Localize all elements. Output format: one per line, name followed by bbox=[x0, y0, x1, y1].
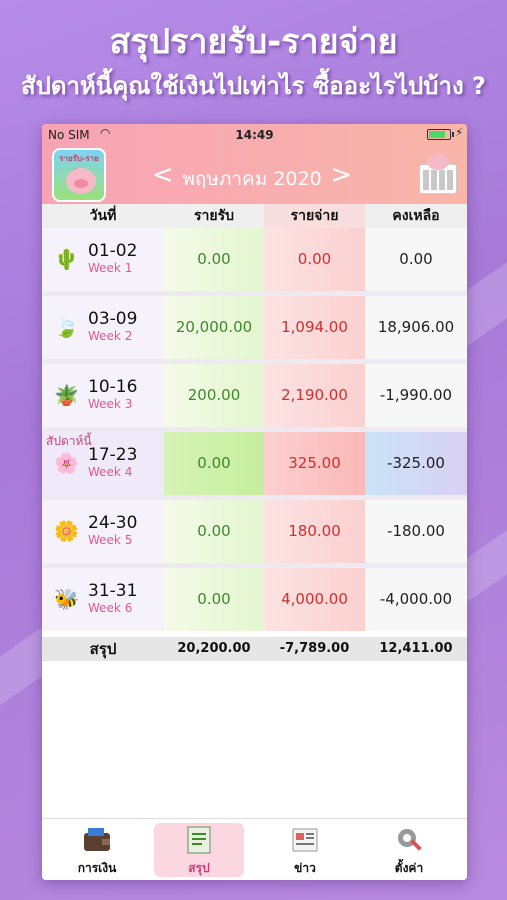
date-cell: สัปดาห์นี้ 🌸 17-23 Week 4 bbox=[42, 432, 164, 495]
gear-wrench-icon bbox=[398, 829, 422, 851]
date-range: 01-02 bbox=[88, 241, 138, 261]
cactus-icon: 🌵 bbox=[54, 247, 79, 271]
promo-subtitle: สัปดาห์นี้คุณใช้เงินไปเท่าไร ซื้ออะไรไปบ… bbox=[21, 72, 486, 100]
tab-news-label: ข่าว bbox=[294, 861, 316, 875]
income-cell: 0.00 bbox=[164, 568, 264, 631]
status-bar: No SIM ◠ 14:49 ⚡ bbox=[42, 124, 467, 146]
expense-cell: 1,094.00 bbox=[264, 296, 365, 359]
summary-income: 20,200.00 bbox=[177, 641, 251, 656]
column-balance: คงเหลือ bbox=[392, 208, 440, 224]
expense-cell: 0.00 bbox=[264, 228, 365, 291]
week-label: Week 4 bbox=[88, 465, 133, 479]
report-icon bbox=[187, 826, 211, 854]
week-label: Week 1 bbox=[88, 261, 133, 275]
balance-cell: -4,000.00 bbox=[365, 568, 467, 631]
income-cell: 20,000.00 bbox=[164, 296, 264, 359]
date-range: 24-30 bbox=[88, 513, 138, 533]
leaf-icon: 🍃 bbox=[54, 315, 79, 339]
date-cell: 🐝 31-31 Week 6 bbox=[42, 568, 164, 631]
balance-cell: -325.00 bbox=[365, 432, 467, 495]
wallet-icon bbox=[84, 828, 110, 851]
expense-cell: 2,190.00 bbox=[264, 364, 365, 427]
date-range: 31-31 bbox=[88, 581, 138, 601]
income-cell: 200.00 bbox=[164, 364, 264, 427]
tab-bar: การเงิน สรุป ข่าว ตั้งค่า bbox=[42, 818, 467, 880]
newspaper-icon bbox=[292, 828, 318, 852]
phone-screen: No SIM ◠ 14:49 ⚡ รายรับ-รายจ่าย < พฤษภาค… bbox=[42, 124, 467, 880]
tab-news[interactable]: ข่าว bbox=[260, 823, 350, 877]
tab-finance[interactable]: การเงิน bbox=[52, 823, 142, 877]
column-date: วันที่ bbox=[89, 208, 117, 224]
table-row[interactable]: 🐝 31-31 Week 6 0.00 4,000.00 -4,000.00 bbox=[42, 568, 467, 631]
expense-cell: 4,000.00 bbox=[264, 568, 365, 631]
balance-cell: 18,906.00 bbox=[365, 296, 467, 359]
table-row[interactable]: 🪴 10-16 Week 3 200.00 2,190.00 -1,990.00 bbox=[42, 364, 467, 427]
table-row[interactable]: 🍃 03-09 Week 2 20,000.00 1,094.00 18,906.00 bbox=[42, 296, 467, 359]
column-income: รายรับ bbox=[194, 208, 234, 224]
table-row[interactable]: สัปดาห์นี้ 🌸 17-23 Week 4 0.00 325.00 -325.00 bbox=[42, 432, 467, 495]
date-range: 03-09 bbox=[88, 309, 138, 329]
week-label: Week 3 bbox=[88, 397, 133, 411]
week-label: Week 6 bbox=[88, 601, 133, 615]
charging-icon: ⚡ bbox=[455, 126, 463, 139]
app-logo: รายรับ-รายจ่าย bbox=[52, 148, 106, 202]
date-range: 17-23 bbox=[88, 445, 138, 465]
table-header: วันที่ รายรับ รายจ่าย คงเหลือ bbox=[42, 204, 467, 228]
income-cell: 0.00 bbox=[164, 432, 264, 495]
date-cell: 🌵 01-02 Week 1 bbox=[42, 228, 164, 291]
date-cell: 🍃 03-09 Week 2 bbox=[42, 296, 164, 359]
battery-tip bbox=[452, 132, 454, 137]
tab-summary-label: สรุป bbox=[188, 861, 210, 875]
balance-cell: -1,990.00 bbox=[365, 364, 467, 427]
potted-plant-icon: 🪴 bbox=[54, 383, 79, 407]
column-expense: รายจ่าย bbox=[264, 204, 365, 228]
week-label: Week 5 bbox=[88, 533, 133, 547]
month-navigator: < พฤษภาคม 2020 > bbox=[152, 160, 352, 190]
income-cell: 0.00 bbox=[164, 500, 264, 563]
expense-cell: 180.00 bbox=[264, 500, 365, 563]
flower-icon: 🌼 bbox=[54, 519, 79, 543]
pig-snout bbox=[74, 179, 88, 188]
tab-finance-label: การเงิน bbox=[77, 861, 117, 875]
summary-row: สรุป 20,200.00 -7,789.00 12,411.00 bbox=[42, 637, 467, 661]
tab-summary[interactable]: สรุป bbox=[154, 823, 244, 877]
week-label: Week 2 bbox=[88, 329, 133, 343]
app-header: No SIM ◠ 14:49 ⚡ รายรับ-รายจ่าย < พฤษภาค… bbox=[42, 124, 467, 204]
date-cell: 🌼 24-30 Week 5 bbox=[42, 500, 164, 563]
clock: 14:49 bbox=[235, 128, 274, 142]
date-range: 10-16 bbox=[88, 377, 138, 397]
battery-icon bbox=[427, 129, 451, 140]
table-row[interactable]: 🌵 01-02 Week 1 0.00 0.00 0.00 bbox=[42, 228, 467, 291]
balance-cell: 0.00 bbox=[365, 228, 467, 291]
bee-icon: 🐝 bbox=[54, 587, 79, 611]
promo-title: สรุปรายรับ-รายจ่าย bbox=[109, 22, 398, 62]
income-cell: 0.00 bbox=[164, 228, 264, 291]
this-week-label: สัปดาห์นี้ bbox=[46, 434, 92, 448]
date-cell: 🪴 10-16 Week 3 bbox=[42, 364, 164, 427]
next-month-button[interactable]: > bbox=[330, 160, 352, 190]
summary-label: สรุป bbox=[89, 640, 117, 658]
summary-balance: 12,411.00 bbox=[379, 641, 453, 656]
summary-expense: -7,789.00 bbox=[279, 641, 350, 656]
tab-settings-label: ตั้งค่า bbox=[394, 861, 424, 875]
prev-month-button[interactable]: < bbox=[152, 160, 174, 190]
calendar-icon[interactable] bbox=[419, 154, 457, 194]
cherry-blossom-branch-icon: 🌸 bbox=[54, 451, 79, 475]
tab-settings[interactable]: ตั้งค่า bbox=[364, 823, 454, 877]
balance-cell: -180.00 bbox=[365, 500, 467, 563]
month-label: พฤษภาคม 2020 bbox=[182, 168, 322, 190]
expense-cell: 325.00 bbox=[264, 432, 365, 495]
table-row[interactable]: 🌼 24-30 Week 5 0.00 180.00 -180.00 bbox=[42, 500, 467, 563]
